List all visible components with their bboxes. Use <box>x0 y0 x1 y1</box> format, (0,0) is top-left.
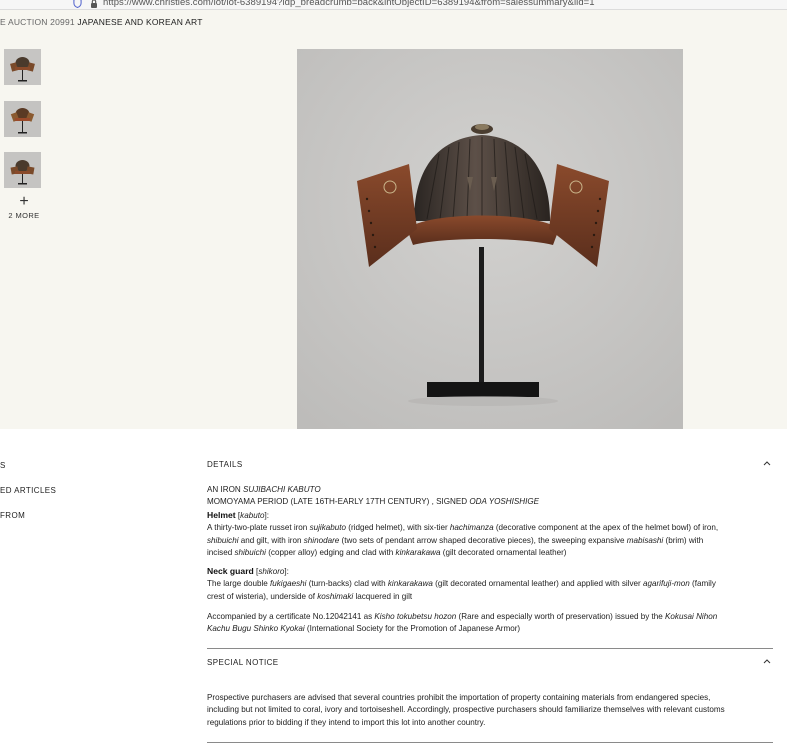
details-section-header[interactable]: DETAILS <box>207 460 773 480</box>
text-segment: lacquered in gilt <box>353 591 413 601</box>
lot-title-line-1: AN IRON SUJIBACHI KABUTO <box>207 484 773 496</box>
text-segment: crest of wisteria), underside of <box>207 591 318 601</box>
neck-guard-heading: Neck guard <box>207 566 254 576</box>
lot-hero: E AUCTION 20991 JAPANESE AND KOREAN ART <box>0 10 787 429</box>
plus-icon: + <box>19 193 29 210</box>
text-segment: (copper alloy) edging and clad with <box>265 548 396 558</box>
helmet-heading-line: Helmet [kabuto]: <box>207 509 269 520</box>
kabuto-helmet-image <box>297 49 683 429</box>
italic-term: Kokusai Nihon <box>665 612 718 621</box>
breadcrumb-sale[interactable]: E AUCTION 20991 <box>0 17 75 27</box>
helmet-heading: Helmet <box>207 509 236 520</box>
helmet-description-line: A thirty-two-plate russet iron sujikabut… <box>207 522 773 534</box>
text-segment: (brim) with <box>663 535 704 545</box>
chevron-up-icon[interactable] <box>763 658 771 664</box>
special-notice-text: Prospective purchasers are advised that … <box>207 692 773 729</box>
thumbnail-2[interactable] <box>4 101 41 137</box>
italic-term: fukigaeshi <box>270 579 307 589</box>
breadcrumb-sale-title[interactable]: JAPANESE AND KOREAN ART <box>77 17 202 27</box>
special-notice-line: including but not limited to coral, ivor… <box>207 705 725 715</box>
neck-guard-term: shikoro <box>258 567 285 576</box>
italic-term: kinkarakawa <box>387 579 433 589</box>
special-notice-section-header[interactable]: SPECIAL NOTICE <box>207 658 773 678</box>
helmet-term: kabuto <box>240 510 265 520</box>
section-divider <box>207 742 773 743</box>
text-segment: incised <box>207 548 235 558</box>
lot-title: AN IRON SUJIBACHI KABUTO MOMOYAMA PERIOD… <box>207 484 773 559</box>
italic-term: kinkarakawa <box>395 548 441 558</box>
neck-guard-description-line: crest of wisteria), underside of koshima… <box>207 591 773 603</box>
neck-guard-heading-line: Neck guard [shikoro]: <box>207 566 289 576</box>
details-heading: DETAILS <box>207 460 243 469</box>
browser-address-bar[interactable]: https://www.christies.com/lot/lot-638919… <box>0 0 787 10</box>
text-segment: (two sets of pendant arrow shaped decora… <box>339 535 627 545</box>
special-notice-heading: SPECIAL NOTICE <box>207 658 279 667</box>
neck-guard-description-line: The large double fukigaeshi (turn-backs)… <box>207 578 773 590</box>
lock-icon <box>91 0 97 8</box>
italic-term: Kachu Bugu Shinko Kyokai <box>207 624 305 634</box>
text-segment: (Rare and especially worth of preservati… <box>456 612 666 621</box>
text-segment: (decorative component at the apex of the… <box>493 523 719 533</box>
nav-item-more-from[interactable]: FROM <box>0 511 25 520</box>
shield-icon[interactable] <box>73 0 82 8</box>
certificate-block: Accompanied by a certificate No.12042141… <box>207 611 773 636</box>
text-segment: The large double <box>207 579 270 589</box>
italic-term: shibuichi <box>234 548 266 558</box>
nav-item-details[interactable]: S <box>0 461 6 470</box>
text-segment: and gilt, with iron <box>238 535 304 545</box>
certificate-line: Kachu Bugu Shinko Kyokai (International … <box>207 623 773 635</box>
helmet-description-line: shibuichi and gilt, with iron shinodare … <box>207 535 773 547</box>
text-segment: A thirty-two-plate russet iron <box>207 523 310 533</box>
italic-term: shinodare <box>303 535 340 545</box>
helmet-description-line: incised shibuichi (copper alloy) edging … <box>207 547 773 559</box>
text-segment: (gilt decorated ornamental leather) and … <box>432 579 643 589</box>
italic-term: agarifuji-mon <box>642 579 690 589</box>
italic-term: koshimaki <box>317 591 354 601</box>
text-segment: (International Society for the Promotion… <box>304 624 521 634</box>
certificate-line: Accompanied by a certificate No.12042141… <box>207 611 773 623</box>
lot-title-line-2: MOMOYAMA PERIOD (LATE 16TH-EARLY 17TH CE… <box>207 496 773 508</box>
thumbnail-image <box>4 49 41 85</box>
chevron-up-icon[interactable] <box>763 460 771 466</box>
main-lot-image[interactable] <box>297 49 683 429</box>
text-segment: (ridged helmet), with six-tier <box>346 523 450 533</box>
thumbnail-image <box>4 101 41 137</box>
italic-term: shibuichi <box>207 535 239 545</box>
breadcrumb[interactable]: E AUCTION 20991 JAPANESE AND KOREAN ART <box>0 17 203 27</box>
more-images-button[interactable]: + 2 MORE <box>6 193 42 221</box>
neck-guard-block: Neck guard [shikoro]: The large double f… <box>207 565 773 603</box>
lot-title-italic: SUJIBACHI KABUTO <box>242 485 321 494</box>
text-segment: (turn-backs) clad with <box>306 579 388 589</box>
text-segment: (gilt decorated ornamental leather) <box>440 548 567 558</box>
text-segment: Accompanied by a certificate No.12042141… <box>207 612 375 621</box>
lot-title-text: AN IRON <box>207 485 243 494</box>
italic-term: hachimanza <box>449 523 494 533</box>
special-notice-line: regulations prior to bidding if they int… <box>207 717 486 727</box>
nav-item-related-articles[interactable]: ED ARTICLES <box>0 486 56 495</box>
more-images-label: 2 MORE <box>8 211 40 220</box>
thumbnail-image <box>4 152 41 188</box>
text-segment: (family <box>689 579 716 589</box>
thumbnail-1[interactable] <box>4 49 41 85</box>
lot-period-text: MOMOYAMA PERIOD (LATE 16TH-EARLY 17TH CE… <box>207 497 470 507</box>
url-text[interactable]: https://www.christies.com/lot/lot-638919… <box>103 0 595 8</box>
italic-term: mabisashi <box>626 535 664 545</box>
thumbnail-3[interactable] <box>4 152 41 188</box>
lot-signature-italic: ODA YOSHISHIGE <box>469 497 540 507</box>
section-divider <box>207 648 773 649</box>
italic-term: sujikabuto <box>309 523 347 533</box>
special-notice-line: Prospective purchasers are advised that … <box>207 693 711 702</box>
italic-term: Kisho tokubetsu hozon <box>374 612 457 621</box>
